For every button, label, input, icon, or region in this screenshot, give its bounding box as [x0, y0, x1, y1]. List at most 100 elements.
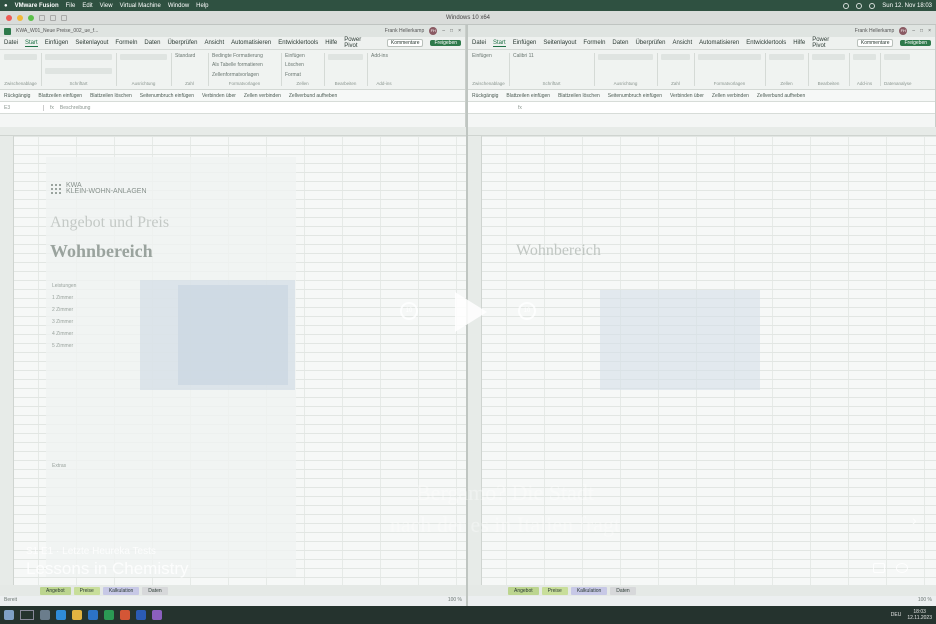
sheet-tab[interactable]: Angebot: [508, 587, 539, 595]
tab-daten[interactable]: Daten: [612, 40, 628, 46]
outlook-icon[interactable]: [88, 610, 98, 620]
column-headers-left[interactable]: [0, 127, 466, 136]
app-menu[interactable]: VMware Fusion: [15, 3, 59, 9]
menu-clock[interactable]: Sun 12. Nov 18:03: [882, 3, 932, 9]
window-close-icon[interactable]: ×: [928, 28, 931, 34]
menu-edit[interactable]: Edit: [82, 3, 92, 9]
window-minimize-icon[interactable]: –: [912, 28, 915, 34]
cell-buttons[interactable]: [769, 54, 804, 60]
tab-formeln[interactable]: Formeln: [115, 40, 137, 46]
avatar[interactable]: FH: [899, 27, 908, 35]
sheet-tab[interactable]: Preise: [541, 587, 568, 595]
merge-cells-button[interactable]: Zellen verbinden: [244, 93, 281, 99]
merge-across-button[interactable]: Verbinden über: [202, 93, 236, 99]
tab-ueberpruefen[interactable]: Überprüfen: [635, 40, 665, 46]
merge-cells-button[interactable]: Zellen verbinden: [712, 93, 749, 99]
row-headers-left[interactable]: [0, 136, 14, 597]
teams-icon[interactable]: [152, 610, 162, 620]
cond-format-button[interactable]: Bedingte Formatierung: [212, 53, 277, 59]
word-icon[interactable]: [136, 610, 146, 620]
tab-formeln[interactable]: Formeln: [583, 40, 605, 46]
menu-window[interactable]: Window: [168, 3, 189, 9]
edge-icon[interactable]: [56, 610, 66, 620]
sheet-tab[interactable]: Daten: [142, 587, 168, 595]
paste-button[interactable]: Einfügen: [472, 53, 505, 59]
tab-datei[interactable]: Datei: [4, 40, 18, 46]
zoom-level[interactable]: 100 %: [918, 597, 932, 603]
settings-icon[interactable]: [896, 563, 908, 573]
insert-cells-button[interactable]: Einfügen: [285, 53, 320, 59]
tab-einfuegen[interactable]: Einfügen: [45, 40, 69, 46]
chevron-right-icon[interactable]: ›: [912, 512, 917, 528]
tab-power-pivot[interactable]: Power Pivot: [344, 37, 373, 49]
language-indicator[interactable]: DEU: [891, 612, 902, 618]
paste-icon[interactable]: [4, 54, 37, 60]
window-restore-icon[interactable]: □: [920, 28, 923, 34]
skip-back-icon[interactable]: 10: [400, 302, 418, 320]
tab-automatisieren[interactable]: Automatisieren: [699, 40, 739, 46]
comments-button[interactable]: Kommentare: [386, 39, 424, 47]
tab-start[interactable]: Start: [493, 40, 506, 47]
tab-automatisieren[interactable]: Automatisieren: [231, 40, 271, 46]
font-name-select[interactable]: Calibri: [513, 53, 527, 59]
tab-seitenlayout[interactable]: Seitenlayout: [543, 40, 576, 46]
windows-start-icon[interactable]: [4, 610, 14, 620]
sheet-tab[interactable]: Kalkulation: [102, 587, 140, 595]
addins-icon[interactable]: [853, 54, 876, 60]
task-view-icon[interactable]: [40, 610, 50, 620]
explorer-icon[interactable]: [72, 610, 82, 620]
comments-button[interactable]: Kommentare: [856, 39, 894, 47]
add-ins-button[interactable]: Add-ins: [371, 53, 397, 59]
window-close-icon[interactable]: ×: [458, 28, 461, 34]
page-break-button[interactable]: Seitenumbruch einfügen: [608, 93, 662, 99]
style-buttons[interactable]: [698, 54, 761, 60]
excel-taskbar-icon[interactable]: [104, 610, 114, 620]
insert-rows-button[interactable]: Blattzeilen einfügen: [38, 93, 82, 99]
font-styles[interactable]: [45, 68, 112, 74]
merge-across-button[interactable]: Verbinden über: [670, 93, 704, 99]
search-icon[interactable]: [856, 2, 863, 9]
unmerge-button[interactable]: Zellverbund aufheben: [289, 93, 337, 99]
tab-ansicht[interactable]: Ansicht: [204, 40, 224, 46]
tab-hilfe[interactable]: Hilfe: [793, 40, 805, 46]
autosum-icon[interactable]: [812, 54, 845, 60]
window-minimize-icon[interactable]: –: [442, 28, 445, 34]
unmerge-button[interactable]: Zellverbund aufheben: [757, 93, 805, 99]
control-center-icon[interactable]: [869, 2, 876, 9]
delete-rows-button[interactable]: Blattzeilen löschen: [558, 93, 600, 99]
data-analysis-icon[interactable]: [884, 54, 910, 60]
tab-einfuegen[interactable]: Einfügen: [513, 40, 537, 46]
avatar[interactable]: FH: [429, 27, 438, 35]
share-button[interactable]: Freigeben: [430, 40, 461, 46]
tab-seitenlayout[interactable]: Seitenlayout: [75, 40, 108, 46]
autosum-icon[interactable]: [328, 54, 363, 60]
align-buttons[interactable]: [598, 54, 653, 60]
tab-power-pivot[interactable]: Power Pivot: [812, 37, 843, 49]
powerpoint-icon[interactable]: [120, 610, 130, 620]
search-icon[interactable]: [20, 610, 34, 620]
insert-rows-button[interactable]: Blattzeilen einfügen: [506, 93, 550, 99]
delete-rows-button[interactable]: Blattzeilen löschen: [90, 93, 132, 99]
number-format-select[interactable]: Standard: [175, 53, 204, 59]
column-headers-right[interactable]: [468, 127, 936, 136]
font-select[interactable]: [45, 54, 112, 60]
undo-button[interactable]: Rückgängig: [472, 93, 498, 99]
tab-datei[interactable]: Datei: [472, 40, 486, 46]
tab-start[interactable]: Start: [25, 40, 38, 47]
format-as-table-button[interactable]: Als Tabelle formatieren: [212, 62, 277, 68]
align-buttons[interactable]: [120, 54, 167, 60]
format-cells-button[interactable]: Format: [285, 72, 320, 78]
sheet-tab[interactable]: Angebot: [40, 587, 71, 595]
tab-entwicklertools[interactable]: Entwicklertools: [278, 40, 318, 46]
sheet-tab[interactable]: Preise: [73, 587, 100, 595]
zoom-level[interactable]: 100 %: [448, 597, 462, 603]
taskbar-clock[interactable]: 18:03 12.11.2023: [907, 609, 932, 621]
apple-icon[interactable]: ●: [4, 3, 8, 9]
cell-styles-button[interactable]: Zellenformatvorlagen: [212, 72, 277, 78]
play-icon[interactable]: [455, 292, 487, 332]
window-restore-icon[interactable]: □: [450, 28, 453, 34]
share-button[interactable]: Freigeben: [900, 40, 931, 46]
menu-file[interactable]: File: [66, 3, 76, 9]
undo-button[interactable]: Rückgängig: [4, 93, 30, 99]
wifi-icon[interactable]: [843, 2, 850, 9]
